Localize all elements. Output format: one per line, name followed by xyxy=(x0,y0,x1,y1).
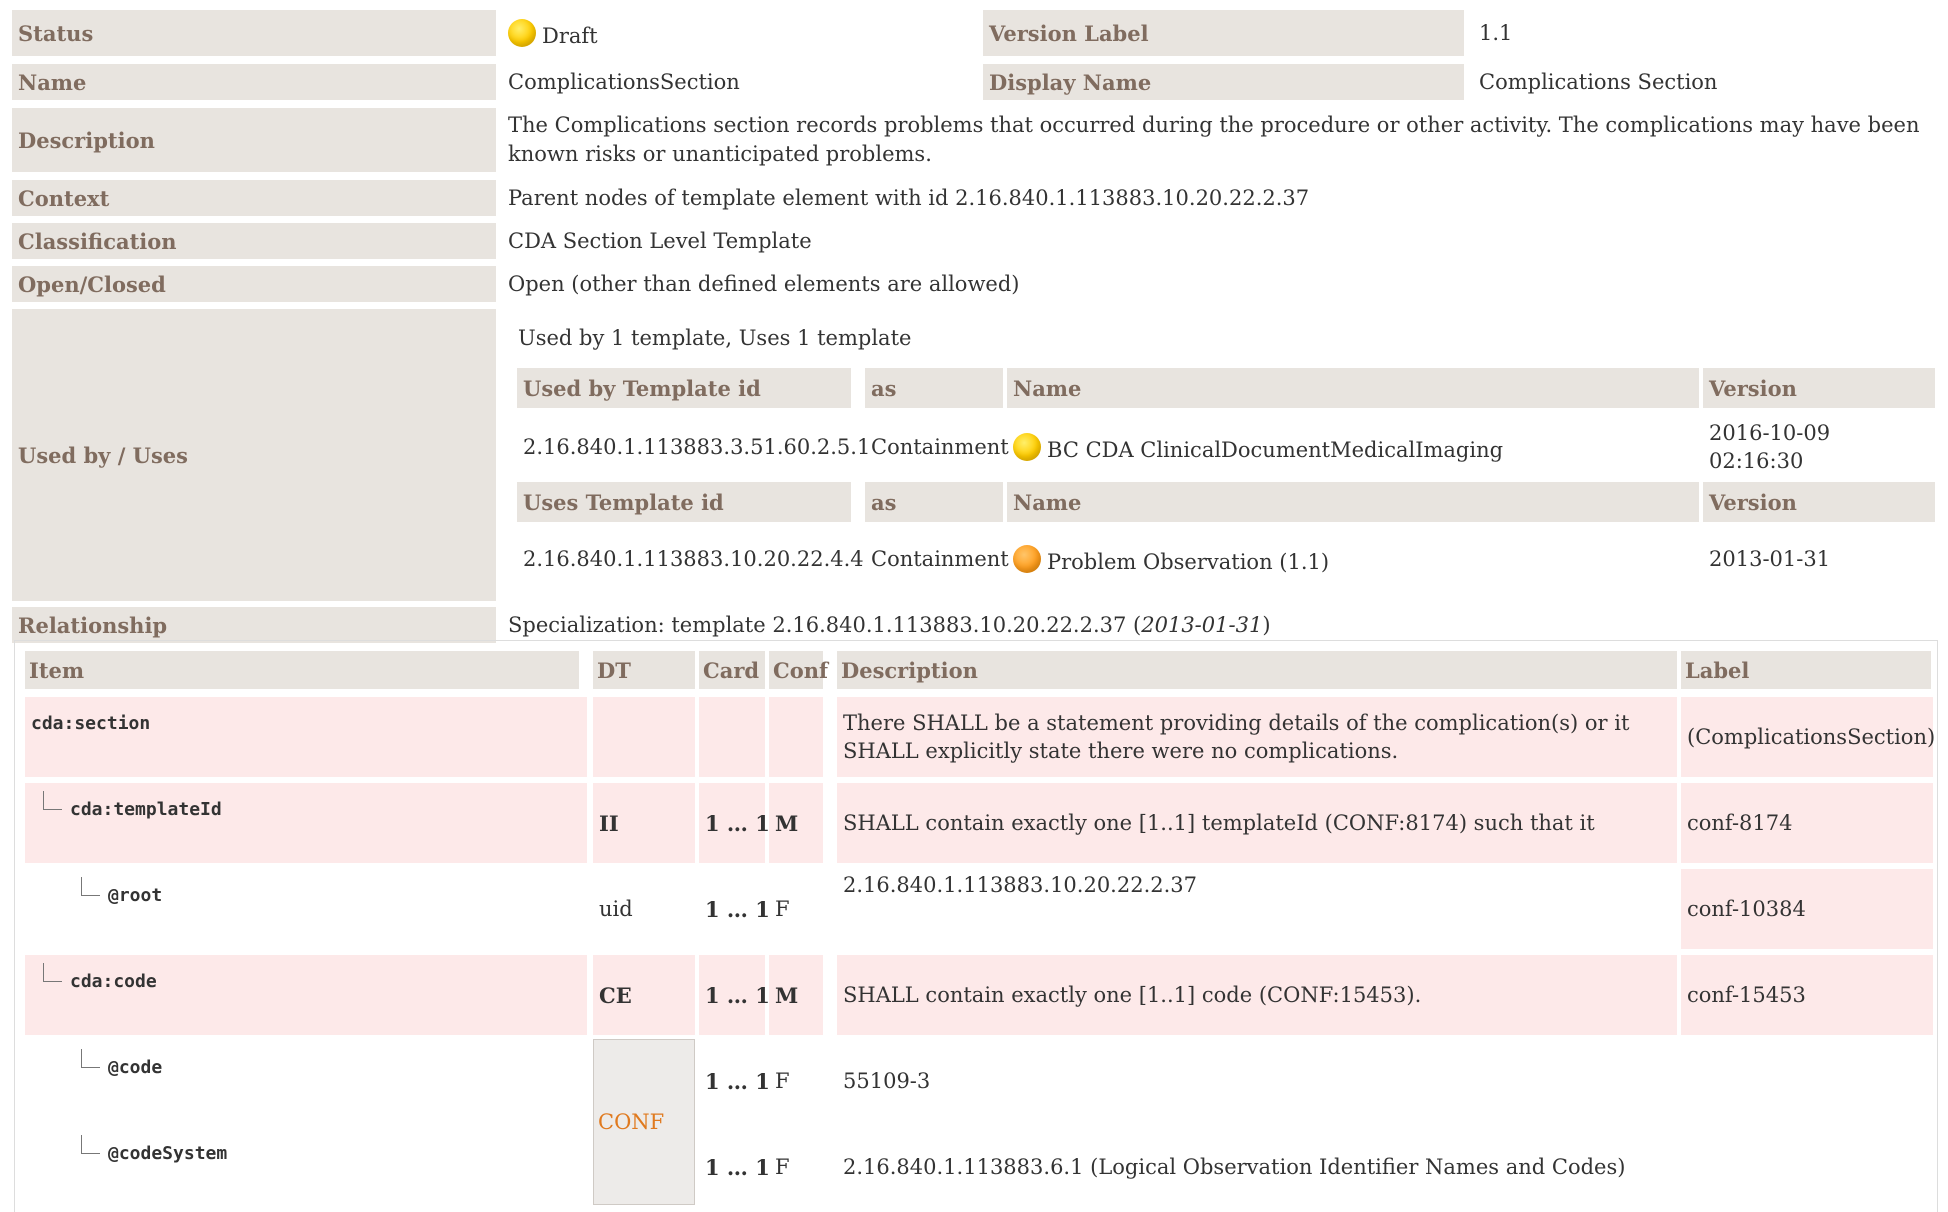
table-row-dt[interactable]: II xyxy=(593,783,695,863)
used-by-version-time: 02:16:30 xyxy=(1709,449,1804,473)
table-row-item-codesystem[interactable]: @codeSystem xyxy=(25,1127,587,1207)
uses-header-id: Uses Template id xyxy=(517,482,851,522)
table-row-card: 1 … 1 xyxy=(705,1068,770,1094)
table-row-conf: M xyxy=(769,783,823,863)
used-by-header-id: Used by Template id xyxy=(517,368,851,408)
context-label: Context xyxy=(12,180,496,216)
used-by-header-name: Name xyxy=(1007,368,1699,408)
table-row-item-attr-code[interactable]: @code xyxy=(25,1041,587,1121)
used-by-template-id[interactable]: 2.16.840.1.113883.3.51.60.2.5.1 xyxy=(517,416,870,478)
tree-branch-icon xyxy=(43,791,62,810)
table-row-card xyxy=(699,697,765,777)
display-name-value: Complications Section xyxy=(1479,70,1718,94)
table-row-description: SHALL contain exactly one [1..1] templat… xyxy=(837,783,1677,863)
item-name[interactable]: @root xyxy=(108,885,162,906)
status-text: Draft xyxy=(542,24,598,48)
table-row-label: conf-15453 xyxy=(1681,955,1933,1035)
relationship-date[interactable]: 2013-01-31 xyxy=(1141,613,1262,637)
table-row-item-code[interactable]: cda:code xyxy=(25,955,587,1035)
open-closed-value: Open (other than defined elements are al… xyxy=(508,272,1020,296)
table-row-description: 2.16.840.1.113883.10.20.22.2.37 xyxy=(843,873,1198,897)
table-row-dt[interactable]: uid xyxy=(593,869,695,949)
table-row-description: 2.16.840.1.113883.6.1 (Logical Observati… xyxy=(843,1155,1626,1179)
table-row-conf: F xyxy=(775,1155,790,1179)
table-row-description: 55109-3 xyxy=(843,1069,931,1093)
table-row-card: 1 … 1 xyxy=(705,896,770,922)
table-row-card: 1 … 1 xyxy=(699,783,770,863)
display-name-label: Display Name xyxy=(983,64,1464,100)
used-by-label: Used by / Uses xyxy=(12,309,496,601)
item-name[interactable]: @codeSystem xyxy=(108,1143,227,1164)
item-name[interactable]: @code xyxy=(108,1057,162,1078)
relationship-label: Relationship xyxy=(12,607,496,643)
version-value: 1.1 xyxy=(1479,21,1513,45)
template-element-grid: Item DT Card Conf Description Label cda:… xyxy=(14,640,1938,1212)
version-label: Version Label xyxy=(983,10,1464,56)
tree-branch-icon xyxy=(81,877,100,896)
description-label: Description xyxy=(12,108,496,172)
item-name[interactable]: cda:section xyxy=(31,713,150,734)
open-closed-label: Open/Closed xyxy=(12,266,496,302)
status-draft-icon xyxy=(508,19,536,47)
tree-branch-icon xyxy=(43,963,62,982)
grid-header-description: Description xyxy=(837,651,1677,689)
relationship-prefix: Specialization: template 2.16.840.1.1138… xyxy=(508,613,1142,637)
classification-label: Classification xyxy=(12,223,496,259)
table-row-item-templateid[interactable]: cda:templateId xyxy=(25,783,587,863)
uses-name[interactable]: Problem Observation (1.1) xyxy=(1047,550,1329,574)
classification-value: CDA Section Level Template xyxy=(508,229,812,253)
status-active-icon xyxy=(1013,545,1041,573)
table-row-card: 1 … 1 xyxy=(705,1154,770,1180)
context-value: Parent nodes of template element with id… xyxy=(508,186,1310,210)
used-by-version-date: 2016-10-09 xyxy=(1709,421,1831,445)
uses-header-as: as xyxy=(865,482,1003,522)
item-name[interactable]: cda:code xyxy=(70,971,157,992)
relationship-value: Specialization: template 2.16.840.1.1138… xyxy=(502,607,1935,643)
uses-header-version: Version xyxy=(1703,482,1935,522)
table-row-item-root[interactable]: @root xyxy=(25,869,587,949)
grid-header-conf: Conf xyxy=(769,651,828,689)
table-row-label: (ComplicationsSection) xyxy=(1681,697,1935,777)
used-by-header-as: as xyxy=(865,368,1003,408)
table-row-description: SHALL contain exactly one [1..1] code (C… xyxy=(837,955,1677,1035)
table-row-label: conf-8174 xyxy=(1681,783,1933,863)
grid-header-item: Item xyxy=(25,651,579,689)
used-by-as: Containment xyxy=(871,435,1009,459)
used-by-name-cell[interactable]: BC CDA ClinicalDocumentMedicalImaging xyxy=(1007,416,1699,478)
table-row-item-section[interactable]: cda:section xyxy=(25,697,587,777)
relationship-suffix: ) xyxy=(1262,613,1271,637)
name-label: Name xyxy=(12,64,496,100)
table-row-dt[interactable]: CE xyxy=(593,955,695,1035)
uses-as: Containment xyxy=(871,547,1009,571)
uses-name-cell[interactable]: Problem Observation (1.1) xyxy=(1007,528,1699,590)
status-value: Draft xyxy=(502,10,982,56)
table-row-conf xyxy=(769,697,823,777)
grid-header-label: Label xyxy=(1681,651,1931,689)
tree-branch-icon xyxy=(81,1135,100,1154)
tree-branch-icon xyxy=(81,1049,100,1068)
used-by-header-version: Version xyxy=(1703,368,1935,408)
used-by-name[interactable]: BC CDA ClinicalDocumentMedicalImaging xyxy=(1047,438,1503,462)
table-row-dt xyxy=(593,697,695,777)
table-row-conf: M xyxy=(769,955,823,1035)
grid-header-card: Card xyxy=(699,651,765,689)
uses-header-name: Name xyxy=(1007,482,1699,522)
used-by-summary: Used by 1 template, Uses 1 template xyxy=(518,326,912,350)
item-name[interactable]: cda:templateId xyxy=(70,799,222,820)
used-by-version: 2016-10-09 02:16:30 xyxy=(1703,416,1935,478)
table-row-label: conf-10384 xyxy=(1681,869,1933,949)
grid-header-dt: DT xyxy=(593,651,695,689)
description-value: The Complications section records proble… xyxy=(508,113,1920,166)
status-label: Status xyxy=(12,10,496,56)
table-row-card: 1 … 1 xyxy=(699,955,770,1035)
conf-value-set-cell[interactable]: CONF xyxy=(593,1039,695,1205)
status-draft-icon xyxy=(1013,433,1041,461)
uses-version: 2013-01-31 xyxy=(1709,547,1831,571)
table-row-conf: F xyxy=(775,1069,790,1093)
table-row-conf: F xyxy=(775,897,790,921)
uses-template-id[interactable]: 2.16.840.1.113883.10.20.22.4.4 xyxy=(517,528,864,590)
name-value: ComplicationsSection xyxy=(508,70,740,94)
table-row-description: There SHALL be a statement providing det… xyxy=(837,697,1677,777)
